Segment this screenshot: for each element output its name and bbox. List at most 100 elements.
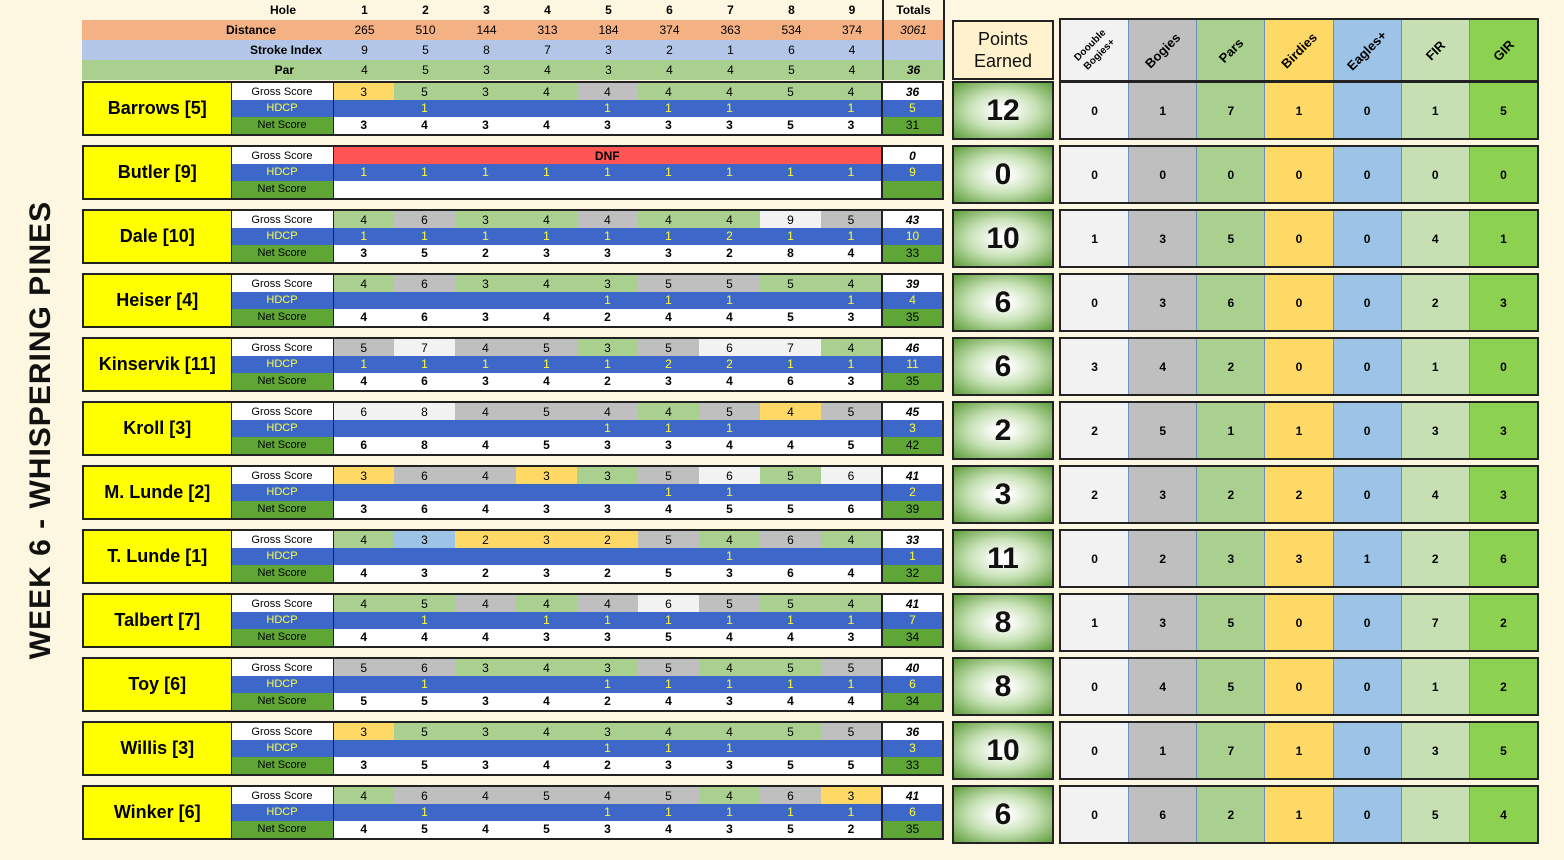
net-score-cell: 4 xyxy=(638,308,699,327)
gross-score-cell: 4 xyxy=(577,786,638,805)
hdcp-cell xyxy=(455,484,516,501)
week-title: WEEK 6 - WHISPERING PINES xyxy=(24,200,58,660)
hdcp-cell xyxy=(333,420,394,437)
stat-cell: 0 xyxy=(1333,339,1402,394)
player-scorecard: Toy [6] Gross Score 5 6 3 4 3 5 4 5 5 40 HDCP 1 1 1 1 1 1 6… xyxy=(82,657,944,712)
stat-cell: 0 xyxy=(1129,147,1198,202)
net-score-cell: 3 xyxy=(577,244,638,263)
stroke-index-cell: 8 xyxy=(456,40,517,60)
net-score-cell: 4 xyxy=(638,692,699,711)
gross-score-cell: 9 xyxy=(760,210,821,229)
hdcp-cell xyxy=(455,292,516,309)
net-score-cell: 4 xyxy=(455,628,516,647)
distance-cell: 313 xyxy=(517,20,578,40)
stroke-index-row: Stroke Index 9 5 8 7 3 2 1 6 4 xyxy=(82,40,945,60)
hdcp-cell xyxy=(394,420,455,437)
stat-cell: 3 xyxy=(1129,211,1198,266)
stat-cell: 6 xyxy=(1469,531,1537,586)
hdcp-cell: 1 xyxy=(638,740,699,757)
stat-cell: 4 xyxy=(1129,339,1198,394)
gross-score-cell: 4 xyxy=(821,530,882,549)
gross-score-cell: 4 xyxy=(333,274,394,293)
hole-number: 7 xyxy=(727,3,734,17)
stat-cell: 4 xyxy=(1129,659,1198,714)
net-score-cell: 3 xyxy=(638,116,699,135)
gross-score-cell: 5 xyxy=(638,338,699,357)
stat-cell: 1 xyxy=(1061,211,1130,266)
gross-score-cell: 4 xyxy=(760,402,821,421)
stroke-index-cell: 7 xyxy=(517,40,578,60)
gross-score-cell: 6 xyxy=(394,658,455,677)
gross-score-cell: 4 xyxy=(577,210,638,229)
gross-score-cell: 4 xyxy=(821,82,882,101)
par-cell: 4 xyxy=(700,60,761,80)
hdcp-cell: 1 xyxy=(821,228,882,245)
hdcp-label: HDCP xyxy=(231,740,334,757)
stroke-index-cell: 6 xyxy=(761,40,822,60)
player-name: Willis [3] xyxy=(83,722,232,775)
net-score-cell: 3 xyxy=(455,756,516,775)
gross-score-cell: 4 xyxy=(699,82,760,101)
stat-cell: 1 xyxy=(1265,403,1334,458)
player-name: Barrows [5] xyxy=(83,82,232,135)
hdcp-cell: 1 xyxy=(577,740,638,757)
stroke-index-cell: 2 xyxy=(639,40,700,60)
gross-score-cell: 7 xyxy=(394,338,455,357)
hdcp-cell xyxy=(577,484,638,501)
stat-cell: 1 xyxy=(1401,659,1470,714)
gross-score-cell: 4 xyxy=(455,338,516,357)
stat-cell: 0 xyxy=(1333,211,1402,266)
stat-cell: 4 xyxy=(1401,211,1470,266)
stats-header-cell: GIR xyxy=(1469,20,1537,80)
net-score-label: Net Score xyxy=(231,820,334,839)
hdcp-total: 6 xyxy=(881,804,943,821)
hdcp-cell xyxy=(516,292,577,309)
hdcp-cell: 1 xyxy=(699,484,760,501)
player-stats: 0171015 xyxy=(1059,81,1539,140)
gross-score-row: Toy [6] Gross Score 5 6 3 4 3 5 4 5 5 40 xyxy=(83,658,943,711)
stat-cell: 0 xyxy=(1061,531,1130,586)
stat-cell: 0 xyxy=(1333,275,1402,330)
player-scorecard: Heiser [4] Gross Score 4 6 3 4 3 5 5 5 4 39 HDCP 1 1 1 1… xyxy=(82,273,944,328)
hdcp-cell xyxy=(516,420,577,437)
gross-score-cell: 4 xyxy=(699,530,760,549)
net-score-cell: 2 xyxy=(699,244,760,263)
net-score-cell: 6 xyxy=(394,308,455,327)
gross-score-cell: 3 xyxy=(455,658,516,677)
hdcp-cell: 1 xyxy=(699,100,760,117)
hdcp-cell: 1 xyxy=(821,100,882,117)
net-score-cell: 3 xyxy=(699,116,760,135)
hdcp-total: 9 xyxy=(881,164,944,181)
par-cell: 4 xyxy=(334,60,395,80)
stat-cell: 3 xyxy=(1469,467,1537,522)
gross-score-row: Heiser [4] Gross Score 4 6 3 4 3 5 5 5 4 39 xyxy=(83,274,943,327)
hdcp-cell xyxy=(333,676,394,693)
player-scorecard: Kinservik [11] Gross Score 5 7 4 5 3 5 6 7 4 46 HDCP… xyxy=(82,337,944,392)
net-score-cell xyxy=(516,180,577,199)
player-name: Winker [6] xyxy=(83,786,232,839)
hdcp-label: HDCP xyxy=(231,228,334,245)
player-scorecard: Barrows [5] Gross Score 3 5 3 4 4 4 4 5 4 36 HDCP 1 1 1… xyxy=(82,81,944,136)
net-score-cell: 4 xyxy=(516,308,577,327)
hdcp-cell: 1 xyxy=(577,356,638,373)
net-score-cell: 3 xyxy=(516,244,577,263)
net-score-cell: 3 xyxy=(699,820,760,839)
net-score-cell: 4 xyxy=(394,628,455,647)
stat-cell: 5 xyxy=(1197,211,1266,266)
net-score-cell: 3 xyxy=(577,436,638,455)
stat-cell: 1 xyxy=(1061,595,1130,650)
course-header-table: Hole 1 2 3 4 5 6 7 8 9 Totals Distance 265 510 144 313… xyxy=(82,0,945,80)
hdcp-cell xyxy=(760,100,821,117)
hdcp-cell xyxy=(821,548,882,565)
hdcp-total: 3 xyxy=(881,420,943,437)
stat-cell: 7 xyxy=(1401,595,1470,650)
net-score-cell: 2 xyxy=(455,564,516,583)
gross-score-cell: 5 xyxy=(760,594,821,613)
hdcp-cell xyxy=(516,100,577,117)
gross-score-cell: 4 xyxy=(638,722,699,741)
gross-score-cell: 4 xyxy=(638,210,699,229)
gross-score-cell: 4 xyxy=(699,786,760,805)
stat-cell: 5 xyxy=(1197,659,1266,714)
player-stats: 0450012 xyxy=(1059,657,1539,716)
hdcp-total: 7 xyxy=(881,612,943,629)
